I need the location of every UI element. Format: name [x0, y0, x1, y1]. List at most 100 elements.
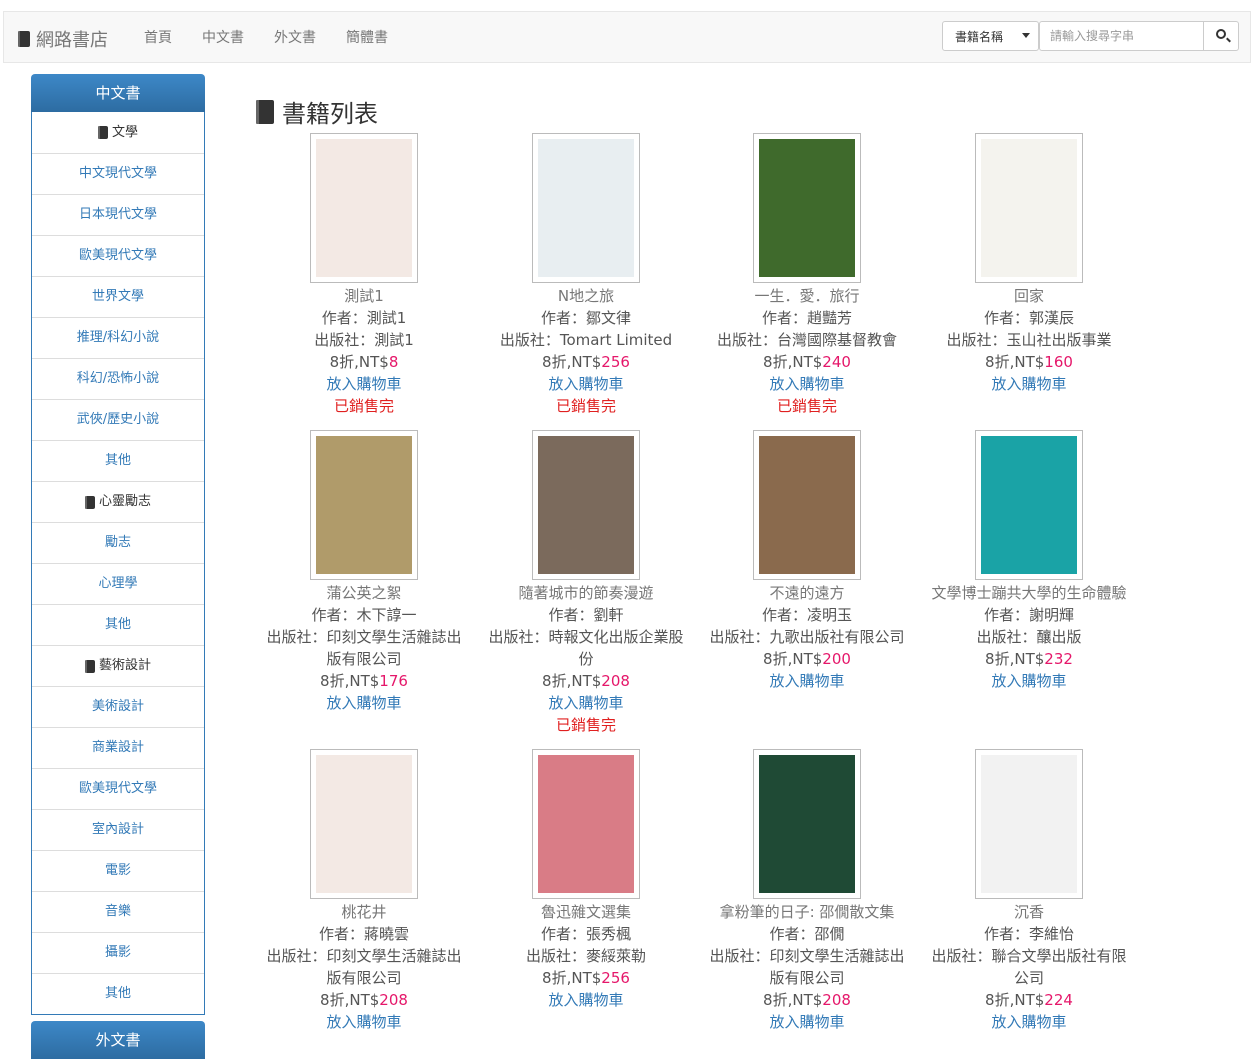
- sidebar-category[interactable]: 藝術設計: [32, 645, 204, 686]
- publisher-value: 印刻文學生活雜誌出版有限公司: [326, 628, 462, 668]
- add-to-cart-link[interactable]: 放入購物車: [264, 692, 464, 714]
- book-cover-image: [538, 139, 634, 277]
- page-title: 書籍列表: [256, 94, 378, 129]
- book-title[interactable]: 魯迅雜文選集: [486, 901, 686, 923]
- book-card: 隨著城市的節奏漫遊 作者：劉軒 出版社：時報文化出版企業股份 8折,NT$208 放入購…: [486, 430, 686, 736]
- book-cover[interactable]: [753, 749, 861, 899]
- sidebar-item[interactable]: 音樂: [32, 891, 204, 932]
- sidebar-item[interactable]: 科幻/恐怖小說: [32, 358, 204, 399]
- book-cover[interactable]: [753, 133, 861, 283]
- book-cover[interactable]: [975, 133, 1083, 283]
- publisher-value: 印刻文學生活雜誌出版有限公司: [769, 947, 905, 987]
- sidebar-category[interactable]: 心靈勵志: [32, 481, 204, 522]
- publisher-value: 釀出版: [1036, 628, 1082, 646]
- author-value: 邵僩: [814, 925, 845, 943]
- book-cover[interactable]: [310, 749, 418, 899]
- add-to-cart-link[interactable]: 放入購物車: [486, 989, 686, 1011]
- add-to-cart-link[interactable]: 放入購物車: [264, 373, 464, 395]
- add-to-cart-link[interactable]: 放入購物車: [486, 373, 686, 395]
- author-label: 作者：: [769, 925, 815, 943]
- book-title[interactable]: 測試1: [264, 285, 464, 307]
- publisher-value: 麥綏萊勒: [586, 947, 647, 965]
- sidebar-item[interactable]: 美術設計: [32, 686, 204, 727]
- sidebar-item[interactable]: 中文現代文學: [32, 153, 204, 194]
- book-title[interactable]: 不遠的遠方: [707, 582, 907, 604]
- sidebar-item[interactable]: 日本現代文學: [32, 194, 204, 235]
- add-to-cart-link[interactable]: 放入購物車: [929, 670, 1129, 692]
- book-title[interactable]: 一生．愛．旅行: [707, 285, 907, 307]
- sidebar-item[interactable]: 攝影: [32, 932, 204, 973]
- book-publisher: 出版社：九歌出版社有限公司: [707, 626, 907, 648]
- sidebar-item[interactable]: 推理/科幻小說: [32, 317, 204, 358]
- add-to-cart-link[interactable]: 放入購物車: [929, 1011, 1129, 1033]
- book-title[interactable]: 文學博士蹦共大學的生命體驗: [929, 582, 1129, 604]
- book-title[interactable]: 沉香: [929, 901, 1129, 923]
- add-to-cart-link[interactable]: 放入購物車: [707, 670, 907, 692]
- brand-logo[interactable]: 網路書店: [18, 26, 108, 52]
- book-cover[interactable]: [310, 430, 418, 580]
- book-title[interactable]: 蒲公英之絮: [264, 582, 464, 604]
- sidebar-item[interactable]: 世界文學: [32, 276, 204, 317]
- price-value: 208: [601, 672, 630, 690]
- book-card: 回家 作者：郭漢辰 出版社：玉山社出版事業 8折,NT$160 放入購物車: [929, 133, 1129, 395]
- book-cover[interactable]: [975, 430, 1083, 580]
- sidebar-item[interactable]: 武俠/歷史小說: [32, 399, 204, 440]
- add-to-cart-link[interactable]: 放入購物車: [707, 373, 907, 395]
- sidebar-item[interactable]: 歐美現代文學: [32, 235, 204, 276]
- nav-chinese-books[interactable]: 中文書: [187, 12, 259, 64]
- add-to-cart-link[interactable]: 放入購物車: [486, 692, 686, 714]
- author-label: 作者：: [540, 925, 586, 943]
- search-field-select[interactable]: 書籍名稱: [942, 21, 1039, 51]
- price-value: 240: [822, 353, 851, 371]
- book-cover[interactable]: [975, 749, 1083, 899]
- book-title[interactable]: 拿粉筆的日子: 邵僩散文集: [707, 901, 907, 923]
- book-cover[interactable]: [310, 133, 418, 283]
- book-cover[interactable]: [532, 749, 640, 899]
- sidebar-item[interactable]: 勵志: [32, 522, 204, 563]
- sidebar-head-foreign[interactable]: 外文書: [31, 1021, 205, 1059]
- book-publisher: 出版社：聯合文學出版社有限公司: [929, 945, 1129, 989]
- sold-out-label: 已銷售完: [776, 397, 837, 415]
- sidebar-item[interactable]: 商業設計: [32, 727, 204, 768]
- book-title[interactable]: 回家: [929, 285, 1129, 307]
- sidebar-category[interactable]: 文學: [32, 112, 204, 153]
- sidebar-item[interactable]: 室內設計: [32, 809, 204, 850]
- book-price: 8折,NT$8: [264, 351, 464, 373]
- sidebar-item[interactable]: 歐美現代文學: [32, 768, 204, 809]
- add-to-cart-link[interactable]: 放入購物車: [929, 373, 1129, 395]
- price-value: 224: [1044, 991, 1073, 1009]
- publisher-value: 測試1: [374, 331, 414, 349]
- search-button[interactable]: [1203, 21, 1239, 51]
- book-title[interactable]: 隨著城市的節奏漫遊: [486, 582, 686, 604]
- sidebar-item[interactable]: 其他: [32, 973, 204, 1014]
- nav-home[interactable]: 首頁: [129, 12, 187, 64]
- book-cover[interactable]: [532, 430, 640, 580]
- add-to-cart-link[interactable]: 放入購物車: [264, 1011, 464, 1033]
- book-title[interactable]: 桃花井: [264, 901, 464, 923]
- sidebar-head-chinese[interactable]: 中文書: [31, 74, 205, 112]
- sidebar-item[interactable]: 心理學: [32, 563, 204, 604]
- book-cover[interactable]: [532, 133, 640, 283]
- book-title[interactable]: N地之旅: [486, 285, 686, 307]
- author-value: 凌明玉: [807, 606, 853, 624]
- book-cover-image: [316, 139, 412, 277]
- add-to-cart-link[interactable]: 放入購物車: [707, 1011, 907, 1033]
- sidebar-item-label: 科幻/恐怖小說: [76, 371, 160, 386]
- sidebar-item-label: 電影: [104, 863, 131, 878]
- sidebar-item-label: 其他: [104, 617, 131, 632]
- publisher-label: 出版社：: [266, 628, 327, 646]
- author-label: 作者：: [983, 309, 1029, 327]
- sidebar-item-label: 商業設計: [91, 740, 144, 755]
- nav-foreign-books[interactable]: 外文書: [259, 12, 331, 64]
- price-label: 8折,NT$: [329, 353, 389, 371]
- book-cover[interactable]: [753, 430, 861, 580]
- search-input[interactable]: [1039, 21, 1204, 51]
- sidebar-item[interactable]: 電影: [32, 850, 204, 891]
- sidebar-item[interactable]: 其他: [32, 440, 204, 481]
- price-value: 232: [1044, 650, 1073, 668]
- nav-simplified-books[interactable]: 簡體書: [331, 12, 403, 64]
- book-cover-image: [316, 755, 412, 893]
- book-cover-image: [981, 139, 1077, 277]
- sidebar-item[interactable]: 其他: [32, 604, 204, 645]
- author-label: 作者：: [540, 309, 586, 327]
